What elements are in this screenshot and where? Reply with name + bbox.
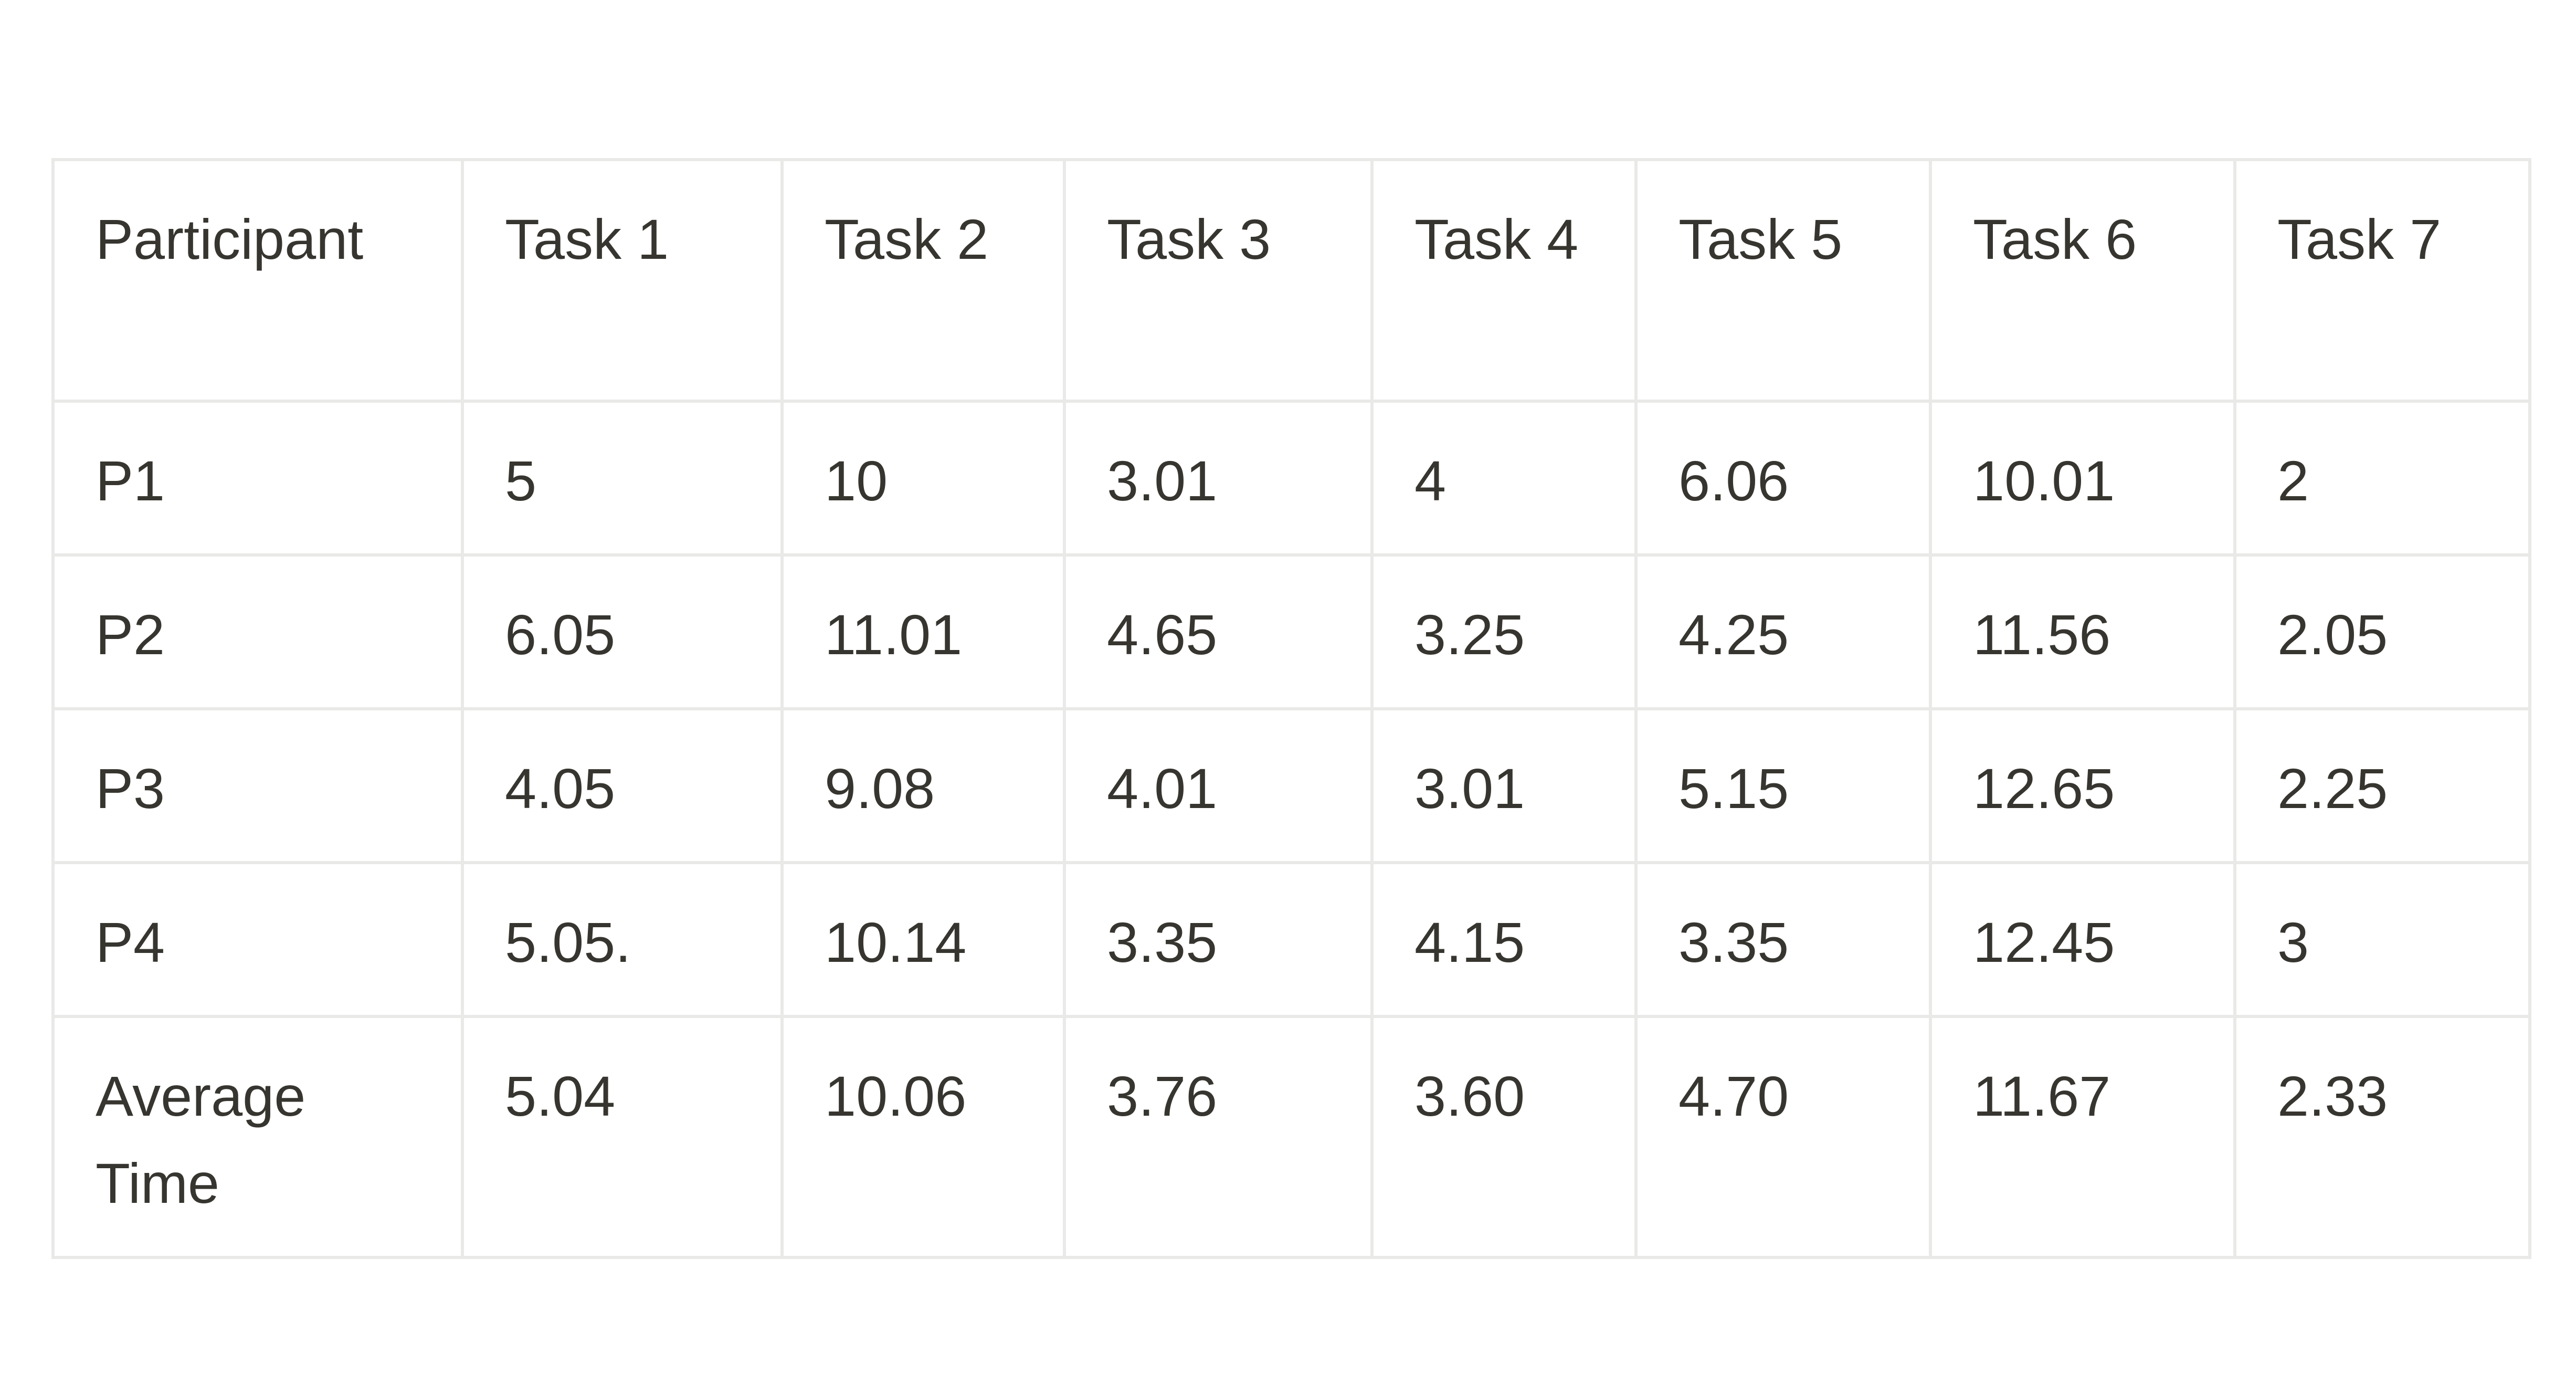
time-cell: 3.76 <box>1063 1015 1374 1259</box>
time-cell: 12.65 <box>1929 707 2236 864</box>
time-cell: 3.35 <box>1634 861 1932 1018</box>
task-time-table-container: Participant Task 1 Task 2 Task 3 Task 4 … <box>51 158 2531 1259</box>
header-cell-task-3: Task 3 <box>1063 158 1374 403</box>
participant-cell: P1 <box>51 400 464 557</box>
task-time-table: Participant Task 1 Task 2 Task 3 Task 4 … <box>51 158 2531 1259</box>
time-cell: 11.56 <box>1929 553 2236 710</box>
header-cell-task-7: Task 7 <box>2233 158 2531 403</box>
participant-cell: P3 <box>51 707 464 864</box>
time-cell: 4.65 <box>1063 553 1374 710</box>
time-cell: 3.01 <box>1063 400 1374 557</box>
time-cell: 6.06 <box>1634 400 1932 557</box>
time-cell: 9.08 <box>780 707 1066 864</box>
time-cell: 4.70 <box>1634 1015 1932 1259</box>
header-cell-task-1: Task 1 <box>461 158 784 403</box>
time-cell: 5.05. <box>461 861 784 1018</box>
time-cell: 4.05 <box>461 707 784 864</box>
time-cell: 4.15 <box>1370 861 1638 1018</box>
time-cell: 3.01 <box>1370 707 1638 864</box>
time-cell: 3 <box>2233 861 2531 1018</box>
time-cell: 5.15 <box>1634 707 1932 864</box>
time-cell: 12.45 <box>1929 861 2236 1018</box>
time-cell: 2.25 <box>2233 707 2531 864</box>
time-cell: 4.25 <box>1634 553 1932 710</box>
participant-cell: P4 <box>51 861 464 1018</box>
time-cell: 2.33 <box>2233 1015 2531 1259</box>
time-cell: 11.67 <box>1929 1015 2236 1259</box>
time-cell: 11.01 <box>780 553 1066 710</box>
header-cell-task-4: Task 4 <box>1370 158 1638 403</box>
time-cell: 4 <box>1370 400 1638 557</box>
time-cell: 4.01 <box>1063 707 1374 864</box>
header-cell-task-5: Task 5 <box>1634 158 1932 403</box>
table-row-p1: P1 5 10 3.01 4 6.06 10.01 2 <box>51 400 2531 557</box>
time-cell: 3.35 <box>1063 861 1374 1018</box>
time-cell: 3.60 <box>1370 1015 1638 1259</box>
participant-cell: P2 <box>51 553 464 710</box>
time-cell: 5 <box>461 400 784 557</box>
time-cell: 3.25 <box>1370 553 1638 710</box>
time-cell: 10 <box>780 400 1066 557</box>
time-cell: 2 <box>2233 400 2531 557</box>
time-cell: 10.14 <box>780 861 1066 1018</box>
time-cell: 10.06 <box>780 1015 1066 1259</box>
participant-cell: Average Time <box>51 1015 464 1259</box>
table-row-average-time: Average Time 5.04 10.06 3.76 3.60 4.70 1… <box>51 1015 2531 1259</box>
table-row-p3: P3 4.05 9.08 4.01 3.01 5.15 12.65 2.25 <box>51 707 2531 864</box>
header-cell-task-2: Task 2 <box>780 158 1066 403</box>
table-row-p4: P4 5.05. 10.14 3.35 4.15 3.35 12.45 3 <box>51 861 2531 1018</box>
time-cell: 5.04 <box>461 1015 784 1259</box>
time-cell: 10.01 <box>1929 400 2236 557</box>
header-cell-task-6: Task 6 <box>1929 158 2236 403</box>
time-cell: 6.05 <box>461 553 784 710</box>
table-row-p2: P2 6.05 11.01 4.65 3.25 4.25 11.56 2.05 <box>51 553 2531 710</box>
header-row: Participant Task 1 Task 2 Task 3 Task 4 … <box>51 158 2531 403</box>
time-cell: 2.05 <box>2233 553 2531 710</box>
header-cell-participant: Participant <box>51 158 464 403</box>
